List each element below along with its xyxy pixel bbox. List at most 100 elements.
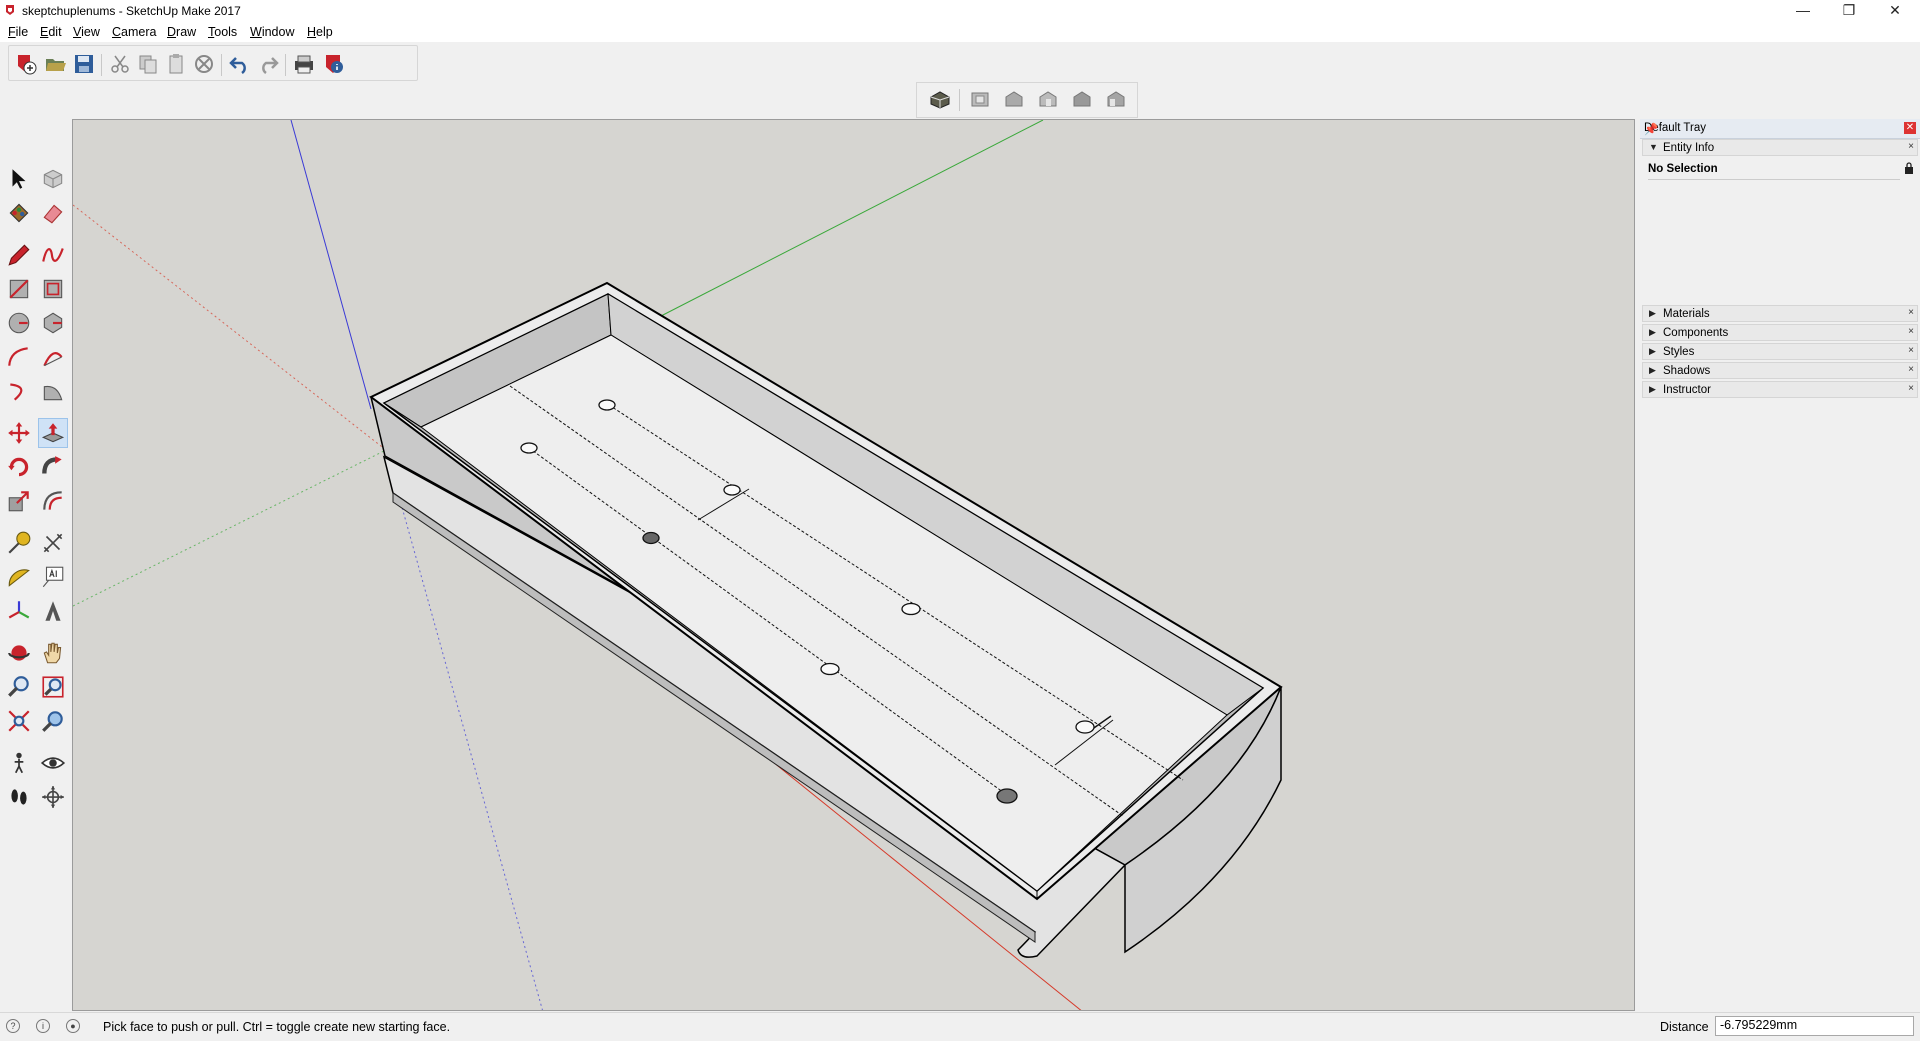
rectangle-tool[interactable]	[4, 274, 34, 304]
orbit-tool[interactable]	[4, 638, 34, 668]
menu-view[interactable]: View	[73, 25, 100, 39]
panel-close-icon[interactable]: ×	[1908, 345, 1914, 356]
push-pull-tool[interactable]	[38, 418, 68, 448]
walk-tool[interactable]	[4, 782, 34, 812]
panel-close-icon[interactable]: ×	[1908, 141, 1914, 152]
save-button[interactable]	[71, 52, 97, 76]
undo-button[interactable]	[227, 52, 253, 76]
measurements-input[interactable]: -6.795229mm	[1715, 1016, 1914, 1036]
pin-icon[interactable]: 📌	[1644, 122, 1898, 136]
previous-view-tool[interactable]	[38, 706, 68, 736]
credits-icon[interactable]: i	[36, 1019, 50, 1033]
menu-file[interactable]: File	[8, 25, 28, 39]
move-tool[interactable]	[4, 418, 34, 448]
select-tool[interactable]	[4, 164, 34, 194]
rectangle-icon	[9, 279, 29, 299]
panel-shadows[interactable]: ▶ Shadows ×	[1642, 362, 1918, 379]
erase-selection-button[interactable]	[191, 52, 217, 76]
menu-tools[interactable]: Tools	[208, 25, 237, 39]
hole-active[interactable]	[1075, 720, 1095, 734]
panel-instructor[interactable]: ▶ Instructor ×	[1642, 381, 1918, 398]
eraser-tool[interactable]	[38, 198, 68, 228]
eye-icon	[40, 757, 66, 769]
hole[interactable]	[723, 484, 741, 496]
arc-tool[interactable]	[4, 342, 34, 372]
top-view-button[interactable]	[967, 87, 993, 111]
panel-components[interactable]: ▶ Components ×	[1642, 324, 1918, 341]
undo-icon	[229, 57, 246, 75]
tape-measure-tool[interactable]	[4, 528, 34, 558]
tray-model[interactable]	[369, 281, 1283, 958]
two-point-arc-tool[interactable]	[38, 342, 68, 372]
hole[interactable]	[901, 602, 921, 616]
text-tool[interactable]	[38, 562, 68, 592]
pie-tool[interactable]	[38, 376, 68, 406]
menu-edit-label: dit	[48, 25, 62, 39]
front-view-button[interactable]	[1001, 87, 1027, 111]
protractor-tool[interactable]	[4, 562, 34, 592]
left-view-button[interactable]	[1103, 87, 1129, 111]
menu-edit[interactable]: Edit	[40, 25, 62, 39]
redo-button[interactable]	[255, 52, 281, 76]
offset-tool[interactable]	[38, 486, 68, 516]
look-around-tool[interactable]	[38, 748, 68, 778]
minimize-button[interactable]: —	[1780, 0, 1826, 22]
model-canvas[interactable]	[73, 120, 1635, 1011]
panel-entity-info[interactable]: ▼ Entity Info ×	[1642, 139, 1918, 156]
zoom-extents-icon	[8, 710, 30, 732]
open-button[interactable]	[43, 52, 69, 76]
make-component-tool[interactable]	[38, 164, 68, 194]
hole[interactable]	[820, 662, 840, 676]
restore-button[interactable]: ❐	[1826, 0, 1872, 22]
follow-me-tool[interactable]	[38, 452, 68, 482]
cut-button[interactable]	[107, 52, 133, 76]
menu-window[interactable]: Window	[250, 25, 294, 39]
user-icon[interactable]: ●	[66, 1019, 80, 1033]
back-view-button[interactable]	[1069, 87, 1095, 111]
right-view-button[interactable]	[1035, 87, 1061, 111]
line-tool[interactable]	[4, 240, 34, 270]
scale-tool[interactable]	[4, 486, 34, 516]
panel-styles[interactable]: ▶ Styles ×	[1642, 343, 1918, 360]
close-button[interactable]: ✕	[1872, 0, 1918, 22]
hole-pushed[interactable]	[996, 788, 1018, 804]
menu-draw[interactable]: Draw	[167, 25, 196, 39]
panel-close-icon[interactable]: ×	[1908, 326, 1914, 337]
text-label-icon	[42, 566, 64, 588]
paint-bucket-tool[interactable]	[4, 198, 34, 228]
paste-button[interactable]	[163, 52, 189, 76]
dimension-tool[interactable]	[38, 528, 68, 558]
lock-icon[interactable]	[1904, 162, 1914, 174]
pan-tool[interactable]	[38, 638, 68, 668]
menu-help[interactable]: Help	[307, 25, 333, 39]
three-point-arc-tool[interactable]	[4, 376, 34, 406]
zoom-tool[interactable]	[4, 672, 34, 702]
zoom-extents-tool[interactable]	[4, 706, 34, 736]
model-viewport[interactable]	[72, 119, 1635, 1011]
position-camera-tool[interactable]	[4, 748, 34, 778]
section-plane-tool[interactable]	[38, 782, 68, 812]
zoom-window-tool[interactable]	[38, 672, 68, 702]
panel-close-icon[interactable]: ×	[1908, 383, 1914, 394]
panel-close-icon[interactable]: ×	[1908, 364, 1914, 375]
menu-camera[interactable]: Camera	[112, 25, 156, 39]
freehand-tool[interactable]	[38, 240, 68, 270]
rotate-tool[interactable]	[4, 452, 34, 482]
hole-pushed[interactable]	[642, 531, 660, 545]
panel-close-icon[interactable]: ×	[1908, 307, 1914, 318]
new-model-button[interactable]	[13, 52, 39, 76]
tray-close-icon[interactable]: ✕	[1904, 122, 1916, 134]
3d-text-tool[interactable]	[38, 596, 68, 626]
iso-view-button[interactable]	[927, 87, 953, 111]
geo-location-icon[interactable]: ?	[6, 1019, 20, 1033]
polygon-tool[interactable]	[38, 308, 68, 338]
circle-tool[interactable]	[4, 308, 34, 338]
model-info-button[interactable]	[321, 52, 347, 76]
rotated-rectangle-tool[interactable]	[38, 274, 68, 304]
axes-tool[interactable]	[4, 596, 34, 626]
print-button[interactable]	[291, 52, 317, 76]
hole[interactable]	[598, 399, 616, 411]
panel-materials[interactable]: ▶ Materials ×	[1642, 305, 1918, 322]
hole[interactable]	[520, 442, 538, 454]
copy-button[interactable]	[135, 52, 161, 76]
